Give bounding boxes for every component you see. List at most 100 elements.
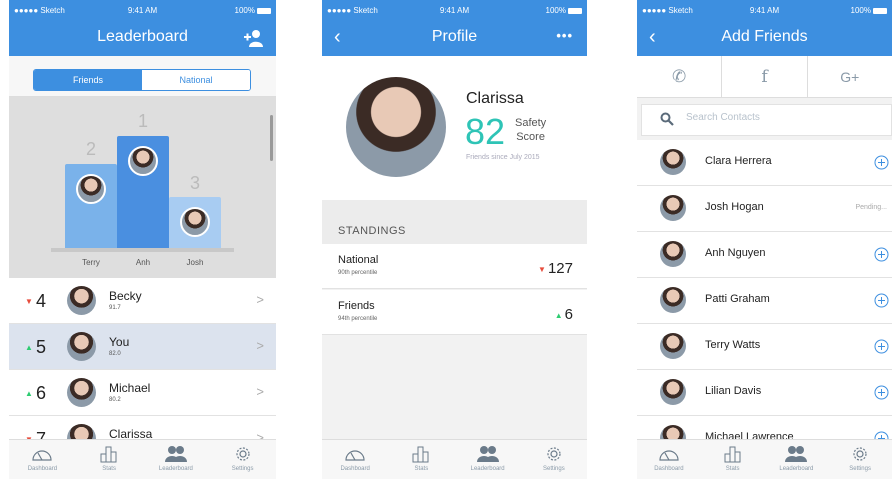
podium-rank: 3 [189, 173, 200, 193]
facebook-icon[interactable]: f [722, 56, 808, 97]
tab-leaderboard[interactable]: Leaderboard [143, 440, 210, 479]
user-score: 82.0 [109, 351, 121, 357]
safety-score-label: Safety Score [515, 116, 546, 144]
tab-label: Leaderboard [158, 466, 193, 472]
google-plus-icon[interactable]: G+ [808, 56, 892, 97]
gear-icon [547, 447, 561, 461]
leaderboard-list: ▼ 4 Becky 91.7 > ▲ 5 You 82.0 > ▲ 6 Mich… [9, 278, 276, 462]
tab-label: Settings [231, 466, 254, 472]
standing-label: Friends [338, 300, 375, 312]
podium-rank: 2 [85, 139, 96, 159]
tab-label: Stats [414, 466, 429, 472]
user-score: 91.7 [109, 305, 121, 311]
battery-label: 100% [234, 6, 255, 15]
dashboard-icon [32, 450, 52, 461]
tab-label: Stats [102, 466, 116, 472]
standing-label: National [338, 254, 379, 266]
tab-leaderboard[interactable]: Leaderboard [765, 440, 829, 479]
tab-settings[interactable]: Settings [209, 440, 276, 479]
tab-bar: Dashboard Stats Leaderboard Settings [637, 439, 892, 479]
podium-rank: 1 [137, 111, 148, 131]
add-contact-button[interactable] [874, 293, 889, 308]
list-item: Terry Watts [637, 324, 892, 370]
tab-stats[interactable]: Stats [388, 440, 454, 479]
tab-settings[interactable]: Settings [828, 440, 892, 479]
score-label-line2: Score [516, 131, 545, 143]
add-friend-icon[interactable] [244, 29, 264, 47]
status-bar: ●●●●● Sketch 9:41 AM 100% [322, 0, 587, 20]
tab-settings[interactable]: Settings [521, 440, 587, 479]
phone-icon[interactable]: ✆ [637, 56, 723, 97]
avatar [67, 332, 96, 361]
tab-dashboard[interactable]: Dashboard [637, 440, 701, 479]
list-item[interactable]: ▼ 4 Becky 91.7 > [9, 278, 276, 324]
tab-label: Settings [543, 466, 565, 472]
battery-indicator: 100% [235, 6, 271, 15]
nav-bar: ‹ Profile ••• [322, 20, 587, 56]
battery-icon [257, 7, 271, 14]
add-contact-button[interactable] [874, 339, 889, 354]
add-contact-button[interactable] [874, 385, 889, 400]
list-item[interactable]: ▲ 6 Michael 80.2 > [9, 370, 276, 416]
dashboard-icon [659, 450, 679, 461]
segment-friends[interactable]: Friends [34, 70, 142, 90]
battery-label: 100% [850, 6, 871, 15]
nav-bar: ‹ Add Friends [637, 20, 892, 56]
page-title: Leaderboard [97, 28, 188, 45]
contact-name: Clara Herrera [705, 155, 772, 167]
dashboard-icon [345, 450, 365, 461]
standing-row-friends[interactable]: Friends 94th percentile ▲ 6 [322, 290, 587, 335]
contact-name: Anh Nguyen [705, 247, 766, 259]
tab-stats[interactable]: Stats [701, 440, 765, 479]
tab-dashboard[interactable]: Dashboard [9, 440, 76, 479]
avatar [180, 207, 210, 237]
trend-up-icon: ▲ [25, 343, 33, 352]
scrollbar[interactable] [270, 115, 273, 161]
search-input[interactable] [686, 112, 866, 123]
user-score: 80.2 [109, 397, 121, 403]
friends-since: Friends since July 2015 [466, 154, 540, 161]
avatar [660, 379, 686, 405]
trend-up-icon: ▲ [554, 310, 563, 320]
battery-label: 100% [545, 6, 566, 15]
people-icon [164, 446, 187, 462]
standing-row-national[interactable]: National 90th percentile ▼ 127 [322, 244, 587, 289]
podium-name: Terry [82, 258, 100, 267]
avatar [128, 146, 158, 176]
avatar [660, 149, 686, 175]
list-item[interactable]: ▲ 5 You 82.0 > [9, 324, 276, 370]
segment-national[interactable]: National [142, 70, 250, 90]
avatar [660, 333, 686, 359]
contact-name: Terry Watts [705, 339, 761, 351]
search-icon [660, 112, 674, 126]
podium: 2 1 3 Terry Anh Josh [9, 97, 276, 278]
battery-icon [568, 7, 582, 14]
tab-label: Stats [725, 466, 740, 472]
tab-label: Dashboard [27, 466, 58, 472]
tab-bar: Dashboard Stats Leaderboard Settings [9, 439, 276, 479]
podium-base [51, 248, 234, 252]
status-bar: ●●●●● Sketch 9:41 AM 100% [9, 0, 276, 20]
tab-leaderboard[interactable]: Leaderboard [455, 440, 521, 479]
standing-number: 6 [564, 306, 573, 323]
avatar [660, 195, 686, 221]
rank: 5 [36, 337, 47, 357]
user-name: Becky [109, 289, 142, 303]
contact-name: Josh Hogan [705, 201, 764, 213]
more-button[interactable]: ••• [556, 28, 573, 43]
standing-percentile: 94th percentile [338, 316, 378, 322]
chevron-right-icon: > [256, 338, 264, 353]
list-item: Clara Herrera [637, 140, 892, 186]
tab-label: Leaderboard [779, 466, 814, 472]
add-contact-button[interactable] [874, 155, 889, 170]
pending-status: Pending... [855, 204, 887, 211]
profile-header: Clarissa 82 Safety Score Friends since J… [322, 56, 587, 200]
safety-score: 82 [465, 111, 506, 152]
search-bar [641, 104, 892, 136]
contact-name: Patti Graham [705, 293, 770, 305]
standings-header: STANDINGS [322, 200, 587, 244]
add-friends-screen: ●●●●● Sketch 9:41 AM 100% ‹ Add Friends … [637, 0, 892, 479]
tab-dashboard[interactable]: Dashboard [322, 440, 388, 479]
tab-stats[interactable]: Stats [76, 440, 143, 479]
add-contact-button[interactable] [874, 247, 889, 262]
